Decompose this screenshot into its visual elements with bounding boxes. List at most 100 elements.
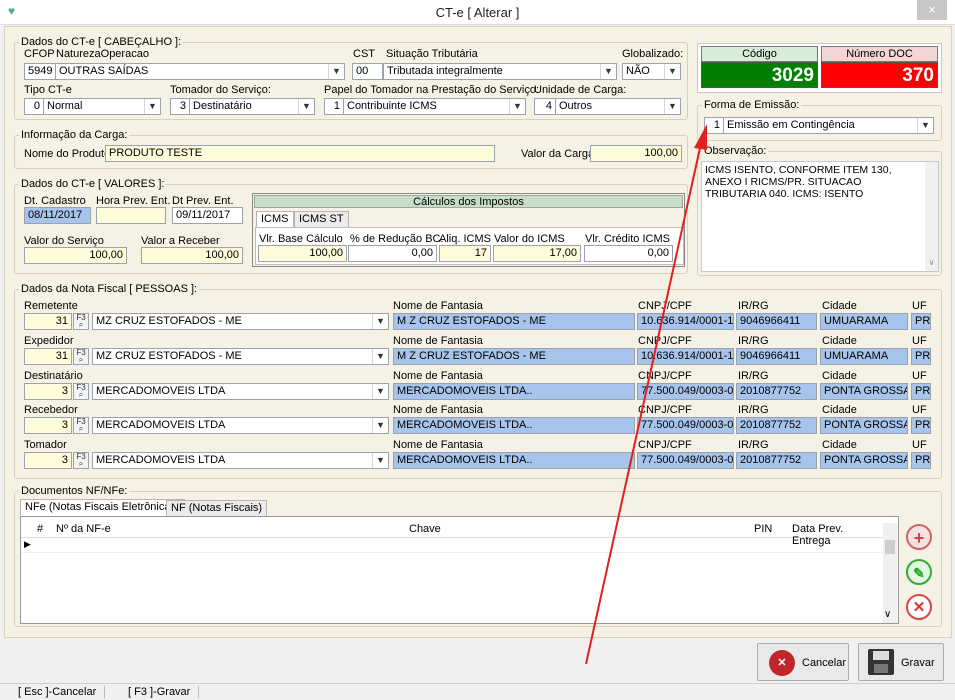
col-chave: Chave xyxy=(409,523,441,535)
vrec-input[interactable]: 100,00 xyxy=(141,247,243,264)
pessoa-code-input[interactable]: 3 xyxy=(24,383,72,400)
cidade-input[interactable]: PONTA GROSSA xyxy=(820,383,908,400)
glob-select[interactable]: NÃO ▼ xyxy=(622,63,681,80)
lookup-icon[interactable]: F3 ⌕ xyxy=(73,417,89,434)
tipo-label: Tipo CT-e xyxy=(24,84,72,96)
cnpj-input[interactable]: 10.636.914/0001-16 xyxy=(637,313,734,330)
cancelar-label: Cancelar xyxy=(802,657,847,669)
pessoa-select[interactable]: MZ CRUZ ESTOFADOS - ME ▼ xyxy=(92,348,389,365)
cfop-label: CFOP xyxy=(24,48,55,60)
lookup-icon[interactable]: F3 ⌕ xyxy=(73,348,89,365)
cfop-input[interactable]: 5949 xyxy=(24,63,56,80)
ir-input[interactable]: 2010877752 xyxy=(736,383,817,400)
ir-input[interactable]: 9046966411 xyxy=(736,348,817,365)
edit-nfe-button[interactable]: ✎ xyxy=(906,559,932,585)
tipo-num[interactable]: 0 xyxy=(24,98,44,115)
cancelar-button[interactable]: ✕ Cancelar xyxy=(757,643,849,681)
cidade-input[interactable]: UMUARAMA xyxy=(820,313,908,330)
cidade-input[interactable]: UMUARAMA xyxy=(820,348,908,365)
dt-cad-input[interactable]: 08/11/2017 xyxy=(24,207,91,224)
obs-scrollbar[interactable]: ∨ xyxy=(925,162,938,271)
fantasia-label: Nome de Fantasia xyxy=(393,300,483,312)
pessoa-select[interactable]: MERCADOMOVEIS LTDA ▼ xyxy=(92,452,389,469)
uf-input[interactable]: PR xyxy=(911,417,931,434)
ir-label: IR/RG xyxy=(738,370,769,382)
cnpj-input[interactable]: 77.500.049/0003-08 xyxy=(637,383,734,400)
fantasia-input[interactable]: MERCADOMOVEIS LTDA.. xyxy=(393,383,635,400)
tab-icms[interactable]: ICMS xyxy=(256,211,294,228)
cidade-label: Cidade xyxy=(822,439,857,451)
unidade-select[interactable]: Outros ▼ xyxy=(555,98,681,115)
unidade-num[interactable]: 4 xyxy=(534,98,556,115)
table-row[interactable]: ▶ xyxy=(22,538,883,553)
cnpj-input[interactable]: 77.500.049/0003-08 xyxy=(637,452,734,469)
uf-input[interactable]: PR xyxy=(911,383,931,400)
ir-input[interactable]: 2010877752 xyxy=(736,452,817,469)
pessoa-select[interactable]: MERCADOMOVEIS LTDA ▼ xyxy=(92,417,389,434)
gravar-button[interactable]: Gravar xyxy=(858,643,944,681)
uf-input[interactable]: PR xyxy=(911,313,931,330)
credito-input[interactable]: 0,00 xyxy=(584,245,673,262)
pessoa-code-input[interactable]: 31 xyxy=(24,348,72,365)
base-calc-input[interactable]: 100,00 xyxy=(258,245,347,262)
uf-label: UF xyxy=(912,404,927,416)
obs-textarea[interactable]: ICMS ISENTO, CONFORME ITEM 130, ANEXO I … xyxy=(701,161,939,272)
role-label: Expedidor xyxy=(24,335,74,347)
hora-label: Hora Prev. Ent. xyxy=(96,195,171,207)
produto-input[interactable]: PRODUTO TESTE xyxy=(105,145,495,162)
fantasia-input[interactable]: MERCADOMOVEIS LTDA.. xyxy=(393,417,635,434)
scroll-thumb[interactable] xyxy=(885,540,895,554)
close-button[interactable]: × xyxy=(917,0,947,20)
reducao-input[interactable]: 0,00 xyxy=(348,245,437,262)
valor-carga-input[interactable]: 100,00 xyxy=(590,145,682,162)
cnpj-input[interactable]: 10.636.914/0001-16 xyxy=(637,348,734,365)
pessoa-code-input[interactable]: 31 xyxy=(24,313,72,330)
pessoa-select[interactable]: MZ CRUZ ESTOFADOS - ME ▼ xyxy=(92,313,389,330)
ir-input[interactable]: 9046966411 xyxy=(736,313,817,330)
pessoa-code-input[interactable]: 3 xyxy=(24,417,72,434)
pessoa-name: MERCADOMOVEIS LTDA xyxy=(96,419,226,431)
cidade-label: Cidade xyxy=(822,300,857,312)
pessoa-code-input[interactable]: 3 xyxy=(24,452,72,469)
nfe-scrollbar[interactable]: ∨ xyxy=(883,523,897,623)
uf-input[interactable]: PR xyxy=(911,452,931,469)
uf-input[interactable]: PR xyxy=(911,348,931,365)
papel-select[interactable]: Contribuinte ICMS ▼ xyxy=(343,98,526,115)
add-nfe-button[interactable]: + xyxy=(906,524,932,550)
hora-input[interactable] xyxy=(96,207,166,224)
lookup-icon[interactable]: F3 ⌕ xyxy=(73,452,89,469)
sit-select[interactable]: Tributada integralmente ▼ xyxy=(383,63,617,80)
tomador-num[interactable]: 3 xyxy=(170,98,190,115)
dt-prev-input[interactable]: 09/11/2017 xyxy=(172,207,243,224)
cst-input[interactable]: 00 xyxy=(352,63,383,80)
lookup-icon[interactable]: F3 ⌕ xyxy=(73,383,89,400)
papel-num[interactable]: 1 xyxy=(324,98,344,115)
cnpj-label: CNPJ/CPF xyxy=(638,300,692,312)
emissao-num[interactable]: 1 xyxy=(704,117,724,134)
fantasia-input[interactable]: M Z CRUZ ESTOFADOS - ME xyxy=(393,313,635,330)
carga-legend: Informação da Carga: xyxy=(21,129,128,141)
fantasia-label: Nome de Fantasia xyxy=(393,370,483,382)
cidade-input[interactable]: PONTA GROSSA xyxy=(820,417,908,434)
aliq-input[interactable]: 17 xyxy=(439,245,491,262)
sit-label: Situação Tributária xyxy=(386,48,478,60)
papel-value: Contribuinte ICMS xyxy=(347,100,437,112)
natureza-select[interactable]: OUTRAS SAÍDAS ▼ xyxy=(55,63,345,80)
valor-icms-input[interactable]: 17,00 xyxy=(493,245,581,262)
tab-nf[interactable]: NF (Notas Fiscais) xyxy=(166,500,268,517)
pessoa-select[interactable]: MERCADOMOVEIS LTDA ▼ xyxy=(92,383,389,400)
delete-nfe-button[interactable]: ✕ xyxy=(906,594,932,620)
lookup-icon[interactable]: F3 ⌕ xyxy=(73,313,89,330)
tipo-select[interactable]: Normal ▼ xyxy=(43,98,161,115)
emissao-select[interactable]: Emissão em Contingência ▼ xyxy=(723,117,934,134)
fantasia-label: Nome de Fantasia xyxy=(393,439,483,451)
tab-nfe[interactable]: NFe (Notas Fiscais Eletrônicas) xyxy=(20,499,185,516)
cnpj-input[interactable]: 77.500.049/0003-08 xyxy=(637,417,734,434)
vserv-input[interactable]: 100,00 xyxy=(24,247,127,264)
ir-input[interactable]: 2010877752 xyxy=(736,417,817,434)
tab-icms-st[interactable]: ICMS ST xyxy=(294,211,349,228)
tomador-select[interactable]: Destinatário ▼ xyxy=(189,98,315,115)
cidade-input[interactable]: PONTA GROSSA xyxy=(820,452,908,469)
fantasia-input[interactable]: M Z CRUZ ESTOFADOS - ME xyxy=(393,348,635,365)
fantasia-input[interactable]: MERCADOMOVEIS LTDA.. xyxy=(393,452,635,469)
